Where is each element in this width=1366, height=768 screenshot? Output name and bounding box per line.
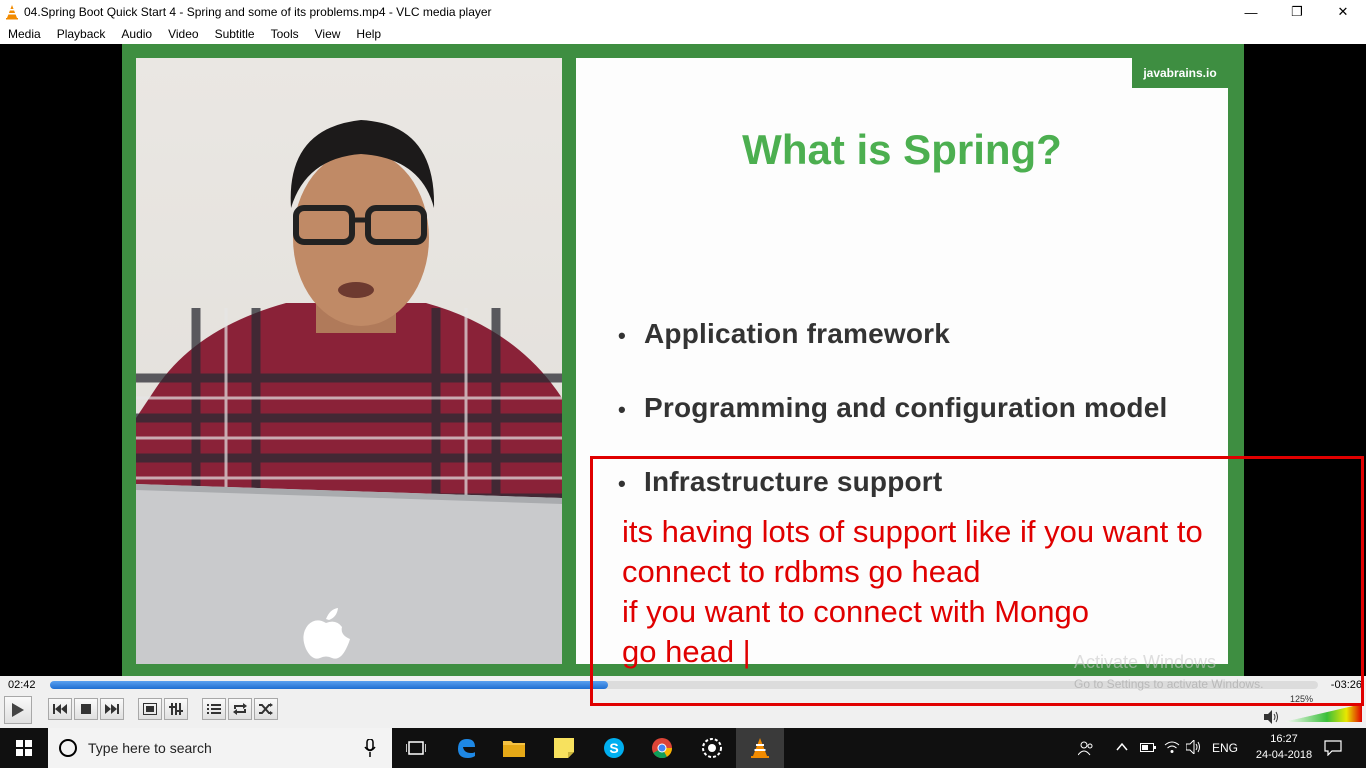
- shuffle-icon: [259, 703, 273, 715]
- vlc-cone-icon: [6, 5, 18, 20]
- skip-previous-icon: [53, 704, 67, 714]
- extended-settings-button[interactable]: [164, 698, 188, 720]
- bullet-text: Programming and configuration model: [644, 392, 1168, 423]
- skype-icon: S: [604, 738, 624, 758]
- fullscreen-button[interactable]: [138, 698, 162, 720]
- previous-button[interactable]: [48, 698, 72, 720]
- equalizer-icon: [169, 703, 183, 715]
- apple-logo-icon: [303, 608, 350, 659]
- start-button[interactable]: [0, 728, 48, 768]
- play-button[interactable]: [4, 696, 32, 724]
- wifi-icon[interactable]: [1164, 740, 1180, 754]
- edge-browser-icon: [458, 739, 475, 758]
- playlist-icon: [207, 704, 221, 714]
- restore-icon: ❐: [1291, 4, 1303, 19]
- restore-button[interactable]: ❐: [1274, 0, 1320, 24]
- spark-app-icon: [702, 738, 722, 758]
- microphone-icon[interactable]: [364, 739, 376, 757]
- volume-slider[interactable]: [1284, 704, 1362, 722]
- taskbar-search-box[interactable]: Type here to search: [48, 728, 392, 768]
- playlist-button[interactable]: [202, 698, 226, 720]
- slide-title: What is Spring?: [742, 126, 1062, 173]
- app-button[interactable]: [688, 728, 736, 768]
- skype-button[interactable]: S: [590, 728, 638, 768]
- close-button[interactable]: ✕: [1320, 0, 1366, 24]
- windows-logo-icon: [16, 740, 32, 756]
- close-icon: ✕: [1337, 4, 1349, 19]
- stop-button[interactable]: [74, 698, 98, 720]
- menu-video[interactable]: Video: [160, 27, 206, 41]
- volume-icon[interactable]: [1264, 710, 1280, 724]
- menu-subtitle[interactable]: Subtitle: [207, 27, 263, 41]
- menu-tools[interactable]: Tools: [263, 27, 307, 41]
- taskbar: Type here to search S ENG 16:27 24-04-20…: [0, 728, 1366, 768]
- vlc-taskbar-button[interactable]: [736, 728, 784, 768]
- file-explorer-button[interactable]: [490, 728, 538, 768]
- minimize-button[interactable]: —: [1228, 0, 1274, 24]
- taskbar-clock[interactable]: 16:27 24-04-2018: [1244, 731, 1324, 763]
- input-language[interactable]: ENG: [1212, 728, 1238, 768]
- stop-icon: [81, 704, 91, 714]
- clock-time: 16:27: [1270, 733, 1298, 745]
- slide-bullet: • Programming and configuration model: [618, 392, 1167, 424]
- sticky-notes-button[interactable]: [540, 728, 588, 768]
- battery-icon[interactable]: [1140, 741, 1156, 753]
- next-button[interactable]: [100, 698, 124, 720]
- fullscreen-icon: [143, 703, 157, 715]
- search-placeholder: Type here to search: [88, 740, 212, 756]
- skip-next-icon: [105, 704, 119, 714]
- bullet-text: Application framework: [644, 318, 951, 349]
- seek-progress: [50, 681, 608, 689]
- presenter-figure: [136, 120, 562, 664]
- menu-media[interactable]: Media: [0, 27, 49, 41]
- title-bar: 04.Spring Boot Quick Start 4 - Spring an…: [0, 0, 1366, 24]
- annotation-text: its having lots of support like if you w…: [622, 514, 1203, 669]
- task-view-button[interactable]: [392, 728, 440, 768]
- window-title: 04.Spring Boot Quick Start 4 - Spring an…: [24, 5, 492, 19]
- edge-button[interactable]: [442, 728, 490, 768]
- menu-help[interactable]: Help: [348, 27, 389, 41]
- menu-bar: Media Playback Audio Video Subtitle Tool…: [0, 24, 1366, 44]
- sticky-notes-icon: [554, 738, 574, 758]
- loop-button[interactable]: [228, 698, 252, 720]
- brand-badge: javabrains.io: [1132, 58, 1228, 88]
- show-hidden-icons-icon[interactable]: [1116, 742, 1128, 752]
- menu-playback[interactable]: Playback: [49, 27, 114, 41]
- shuffle-button[interactable]: [254, 698, 278, 720]
- slide-bullet: • Application framework: [618, 318, 950, 350]
- play-icon: [12, 703, 24, 717]
- clock-date: 24-04-2018: [1255, 749, 1313, 761]
- svg-text:S: S: [609, 740, 618, 756]
- task-view-icon: [406, 741, 426, 755]
- chrome-icon: [652, 738, 673, 759]
- presenter-video: [136, 58, 562, 664]
- action-center-icon[interactable]: [1324, 740, 1342, 756]
- speaker-icon[interactable]: [1186, 740, 1202, 754]
- cortana-icon: [59, 739, 77, 757]
- loop-icon: [233, 703, 247, 715]
- bullet-dot-icon: •: [618, 323, 626, 348]
- chrome-button[interactable]: [638, 728, 686, 768]
- menu-audio[interactable]: Audio: [113, 27, 160, 41]
- elapsed-time: 02:42: [8, 679, 36, 691]
- bullet-dot-icon: •: [618, 397, 626, 422]
- folder-icon: [503, 741, 525, 757]
- menu-view[interactable]: View: [307, 27, 349, 41]
- people-icon[interactable]: [1078, 740, 1094, 756]
- vlc-cone-icon: [751, 738, 769, 758]
- minimize-icon: —: [1244, 4, 1258, 20]
